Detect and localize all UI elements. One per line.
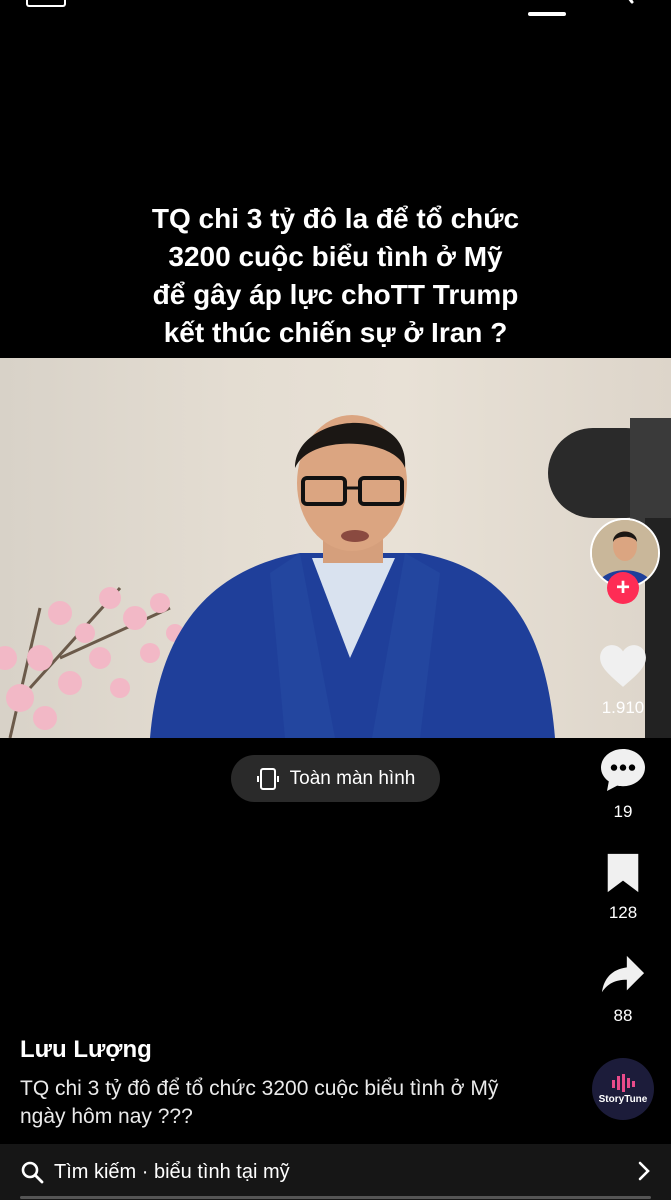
video-title-line: TQ chi 3 tỷ đô la để tổ chức: [151, 203, 520, 234]
comment-button[interactable]: 19: [593, 747, 653, 822]
video-player[interactable]: [0, 358, 671, 738]
video-caption[interactable]: TQ chi 3 tỷ đô để tổ chức 3200 cuộc biểu…: [20, 1075, 540, 1131]
active-tab-indicator: [528, 12, 566, 16]
video-title-line: để gây áp lực choTT Trump: [152, 279, 519, 310]
comment-icon: [601, 749, 645, 791]
heart-icon: [600, 645, 646, 687]
fullscreen-label: Toàn màn hình: [289, 767, 416, 789]
video-scene: [0, 415, 671, 738]
save-button[interactable]: 128: [593, 852, 653, 923]
like-button[interactable]: 1.910: [593, 643, 653, 718]
video-progress-bar[interactable]: [20, 1196, 651, 1199]
author-name[interactable]: Lưu Lượng: [20, 1036, 152, 1064]
menu-icon[interactable]: [26, 0, 66, 7]
speaker: [150, 415, 555, 738]
share-button[interactable]: 88: [593, 953, 653, 1026]
music-label: StoryTune: [598, 1093, 648, 1105]
video-title-line: 3200 cuộc biểu tình ở Mỹ: [168, 241, 503, 272]
search-query: Tìm kiếm · biểu tình tại mỹ: [54, 1160, 290, 1183]
follow-button[interactable]: +: [607, 572, 639, 604]
share-count: 88: [613, 1006, 633, 1025]
video-title-line: kết thúc chiến sự ở Iran ?: [163, 317, 508, 348]
search-icon: [21, 1161, 44, 1184]
bookmark-icon: [607, 853, 639, 893]
fullscreen-button[interactable]: Toàn màn hình: [231, 755, 440, 802]
share-icon: [601, 955, 645, 993]
search-bar[interactable]: Tìm kiếm · biểu tình tại mỹ: [0, 1144, 671, 1200]
soundwave-icon: [612, 1073, 635, 1092]
top-search-icon[interactable]: [622, 0, 638, 4]
music-disc[interactable]: StoryTune: [592, 1058, 654, 1120]
comment-count: 19: [613, 802, 633, 821]
fullscreen-icon: [256, 767, 279, 790]
save-count: 128: [608, 903, 638, 922]
like-count: 1.910: [601, 698, 645, 717]
video-title: TQ chi 3 tỷ đô la để tổ chức 3200 cuộc b…: [0, 200, 671, 352]
chevron-right-icon: [638, 1161, 650, 1181]
